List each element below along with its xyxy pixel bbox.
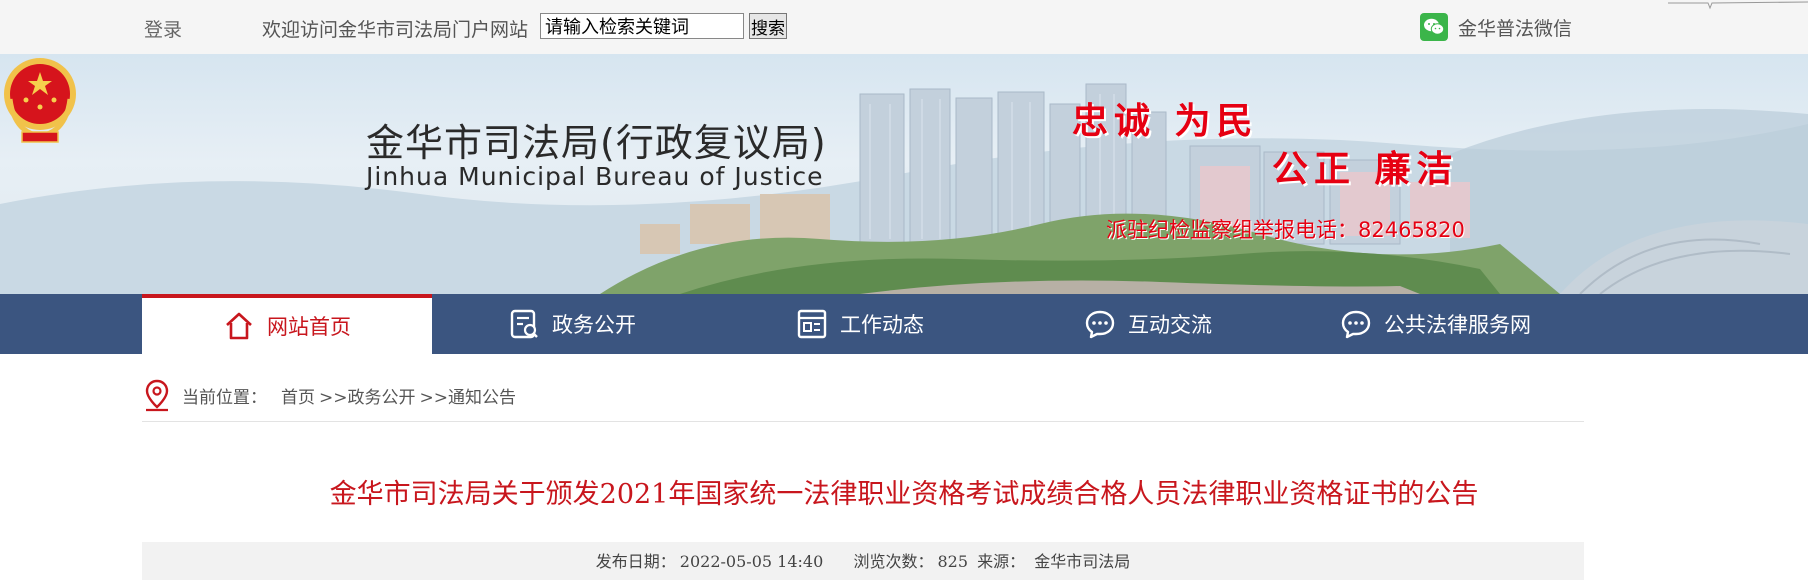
nav-item-legal-service[interactable]: 公共法律服务网: [1340, 294, 1531, 354]
national-emblem-icon: [4, 58, 76, 143]
decorative-line: [1668, 1, 1808, 10]
nav-item-label: 公共法律服务网: [1384, 313, 1531, 337]
slogan-line-2: 公正 廉洁: [1272, 148, 1459, 190]
nav-item-home[interactable]: 网站首页: [142, 294, 432, 354]
site-title-en: Jinhua Municipal Bureau of Justice: [366, 162, 824, 191]
nav-item-government-affairs[interactable]: 政务公开: [508, 294, 636, 354]
welcome-text: 欢迎访问金华市司法局门户网站: [262, 19, 529, 41]
nav-item-label: 政务公开: [552, 313, 636, 337]
document-search-icon: [510, 309, 538, 339]
breadcrumb-home[interactable]: 首页: [281, 383, 315, 408]
publish-date: 2022-05-05 14:40: [679, 552, 824, 571]
nav-item-label: 工作动态: [840, 313, 924, 337]
article-meta: 发布日期： 2022-05-05 14:40 浏览次数： 825 来源： 金华市司法…: [142, 542, 1584, 580]
breadcrumb-prefix: 当前位置：: [182, 387, 267, 408]
wechat-label: 金华普法微信: [1458, 17, 1573, 40]
source-value: 金华市司法局: [1034, 552, 1131, 571]
nav-item-interaction[interactable]: 互动交流: [1084, 294, 1212, 354]
report-hotline: 派驻纪检监察组举报电话：82465820: [1106, 218, 1465, 242]
search-input[interactable]: [540, 13, 744, 39]
location-pin-icon: [145, 379, 169, 412]
breadcrumb: 当前位置： 首页 >>政务公开 >>通知公告: [142, 378, 516, 412]
login-link[interactable]: 登录: [144, 15, 182, 42]
nav-item-label: 网站首页: [267, 315, 351, 339]
search-button[interactable]: 搜索: [749, 13, 787, 39]
breadcrumb-government-affairs[interactable]: >>政务公开: [319, 383, 416, 408]
news-icon: [797, 309, 827, 339]
header-banner: 金华市司法局(行政复议局) Jinhua Municipal Bureau of…: [0, 54, 1808, 294]
nav-item-label: 互动交流: [1128, 313, 1212, 337]
chat-icon: [1341, 310, 1371, 339]
city-skyline-image: [0, 83, 1808, 294]
main-nav: 网站首页 政务公开 工作动态 互动交流 公共法律服务网: [0, 294, 1808, 354]
wechat-icon: [1420, 13, 1448, 41]
breadcrumb-notices[interactable]: >>通知公告: [420, 383, 517, 408]
wechat-link[interactable]: 金华普法微信: [1420, 12, 1572, 42]
divider: [142, 421, 1584, 422]
home-icon: [226, 312, 252, 340]
chat-icon: [1085, 310, 1115, 339]
slogan-line-1: 忠诚 为民: [1072, 100, 1259, 142]
site-title-cn: 金华市司法局(行政复议局): [366, 121, 827, 165]
top-bar: 登录 欢迎访问金华市司法局门户网站 搜索 金华普法微信: [0, 0, 1808, 54]
view-count: 825: [937, 552, 968, 571]
article-title: 金华市司法局关于颁发2021年国家统一法律职业资格考试成绩合格人员法律职业资格证…: [329, 479, 1479, 510]
source-label: 来源：: [977, 552, 1026, 571]
nav-item-work-news[interactable]: 工作动态: [796, 294, 924, 354]
date-label: 发布日期：: [595, 552, 676, 571]
views-label: 浏览次数：: [853, 552, 934, 571]
